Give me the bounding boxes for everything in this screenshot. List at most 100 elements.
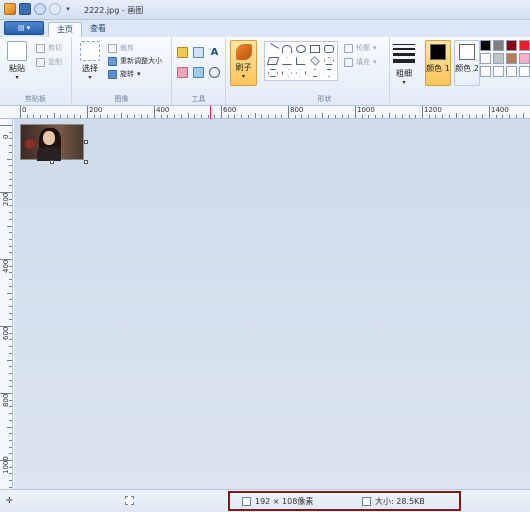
pencil-icon[interactable]	[177, 47, 188, 58]
eraser-icon[interactable]	[177, 67, 188, 78]
redo-icon[interactable]	[49, 3, 61, 15]
tools-group-label: 工具	[191, 95, 206, 103]
paint-menu-button[interactable]: ▤ ▾	[4, 21, 44, 35]
select-button[interactable]: 选择 ▾	[78, 41, 102, 81]
ruler-tick	[66, 115, 68, 118]
fill-icon	[344, 57, 353, 67]
ruler-tick	[415, 115, 417, 118]
ruler-tick	[140, 115, 142, 118]
resize-handle-bottom[interactable]	[50, 160, 54, 164]
ruler-tick	[133, 115, 135, 118]
shapes-gallery[interactable]	[264, 41, 338, 81]
ruler-tick	[9, 232, 12, 234]
select-rectangle-icon	[80, 41, 100, 61]
shape-fill-button[interactable]: 填充 ▾	[344, 57, 377, 67]
palette-swatch[interactable]	[506, 40, 517, 51]
palette-swatch[interactable]	[493, 53, 504, 64]
color-picker-icon[interactable]	[193, 67, 204, 78]
undo-icon[interactable]	[34, 3, 46, 15]
ruler-tick	[207, 115, 209, 118]
palette-swatch[interactable]	[506, 66, 517, 77]
palette-swatch[interactable]	[480, 40, 491, 51]
palette-swatch[interactable]	[493, 66, 504, 77]
triangle-shape-icon[interactable]	[282, 57, 292, 65]
cut-button[interactable]: 剪切	[36, 43, 62, 53]
tab-view[interactable]: 查看	[82, 22, 114, 37]
customize-toolbar-chevron-icon[interactable]: ▾	[64, 3, 72, 15]
palette-swatch[interactable]	[480, 53, 491, 64]
ruler-tick	[9, 413, 12, 415]
ruler-tick	[247, 115, 249, 118]
polygon-shape-icon[interactable]	[266, 57, 280, 65]
up-arrow-shape-icon[interactable]	[310, 69, 320, 77]
copy-button[interactable]: 复制	[36, 57, 62, 67]
resize-button[interactable]: 重新调整大小	[108, 56, 162, 66]
palette-swatch[interactable]	[519, 53, 530, 64]
ruler-tick	[7, 426, 12, 428]
ruler-tick	[221, 106, 222, 118]
image-flower	[25, 139, 35, 149]
ruler-tick	[127, 115, 129, 118]
palette-swatch[interactable]	[506, 53, 517, 64]
ruler-tick	[167, 115, 169, 118]
ruler-tick	[9, 399, 12, 401]
palette-swatch[interactable]	[480, 66, 491, 77]
ruler-tick	[7, 225, 12, 227]
hexagon-shape-icon[interactable]	[268, 69, 278, 77]
right-arrow-shape-icon[interactable]	[282, 69, 292, 77]
ruler-tick	[9, 339, 12, 341]
ruler-tick	[468, 115, 470, 118]
ruler-tick	[288, 106, 289, 118]
crop-button[interactable]: 裁剪	[108, 43, 134, 53]
palette-swatch[interactable]	[519, 40, 530, 51]
curve-shape-icon[interactable]	[282, 45, 292, 53]
palette-swatch[interactable]	[519, 66, 530, 77]
palette-swatch[interactable]	[493, 40, 504, 51]
tab-home[interactable]: 主页	[48, 22, 82, 37]
ruler-top-label: 1200	[424, 106, 442, 114]
diamond-shape-icon[interactable]	[310, 56, 320, 66]
rotate-button[interactable]: 旋转 ▾	[108, 69, 141, 79]
save-icon[interactable]	[19, 3, 31, 15]
resize-handle-right[interactable]	[84, 140, 88, 144]
line-width-icon	[392, 44, 416, 63]
canvas-workspace[interactable]	[14, 119, 530, 489]
rounded-rectangle-shape-icon[interactable]	[324, 45, 334, 53]
paint-app-icon[interactable]	[4, 3, 16, 15]
ruler-tick	[9, 165, 12, 167]
ruler-tick	[502, 115, 504, 118]
left-arrow-shape-icon[interactable]	[296, 69, 306, 77]
ruler-tick	[9, 386, 12, 388]
ruler-tick	[174, 115, 176, 118]
vertical-ruler: 0 200 400 600 800 1000	[0, 119, 13, 489]
ruler-tick	[9, 486, 12, 488]
resize-icon	[108, 56, 117, 66]
pentagon-shape-icon[interactable]	[324, 57, 334, 65]
color2-button[interactable]: 颜色 2	[454, 40, 480, 86]
ruler-top-label: 1000	[357, 106, 375, 114]
crop-icon	[108, 43, 117, 53]
right-triangle-shape-icon[interactable]	[296, 57, 306, 65]
ruler-tick	[9, 212, 12, 214]
magnifier-icon[interactable]	[209, 67, 220, 78]
resize-handle-corner[interactable]	[84, 160, 88, 164]
down-arrow-shape-icon[interactable]	[324, 69, 334, 77]
oval-shape-icon[interactable]	[296, 45, 306, 53]
size-button[interactable]: 粗细 ▾	[392, 41, 416, 86]
ruler-tick	[87, 106, 88, 118]
ruler-tick	[522, 113, 524, 118]
paste-button[interactable]: 粘贴 ▾	[6, 41, 28, 81]
fill-bucket-icon[interactable]	[193, 47, 204, 58]
color1-button[interactable]: 颜色 1	[425, 40, 451, 86]
ruler-tick	[388, 113, 390, 118]
ruler-tick	[408, 115, 410, 118]
canvas-image[interactable]	[20, 124, 84, 161]
ruler-tick	[448, 115, 450, 118]
ruler-tick	[9, 352, 12, 354]
line-shape-icon[interactable]	[266, 43, 280, 55]
ruler-cursor-marker	[210, 106, 211, 119]
text-tool-icon[interactable]: A	[209, 47, 220, 58]
brushes-button[interactable]: 刷子 ▾	[230, 40, 257, 86]
shape-outline-button[interactable]: 轮廓 ▾	[344, 43, 377, 53]
rectangle-shape-icon[interactable]	[310, 45, 320, 53]
